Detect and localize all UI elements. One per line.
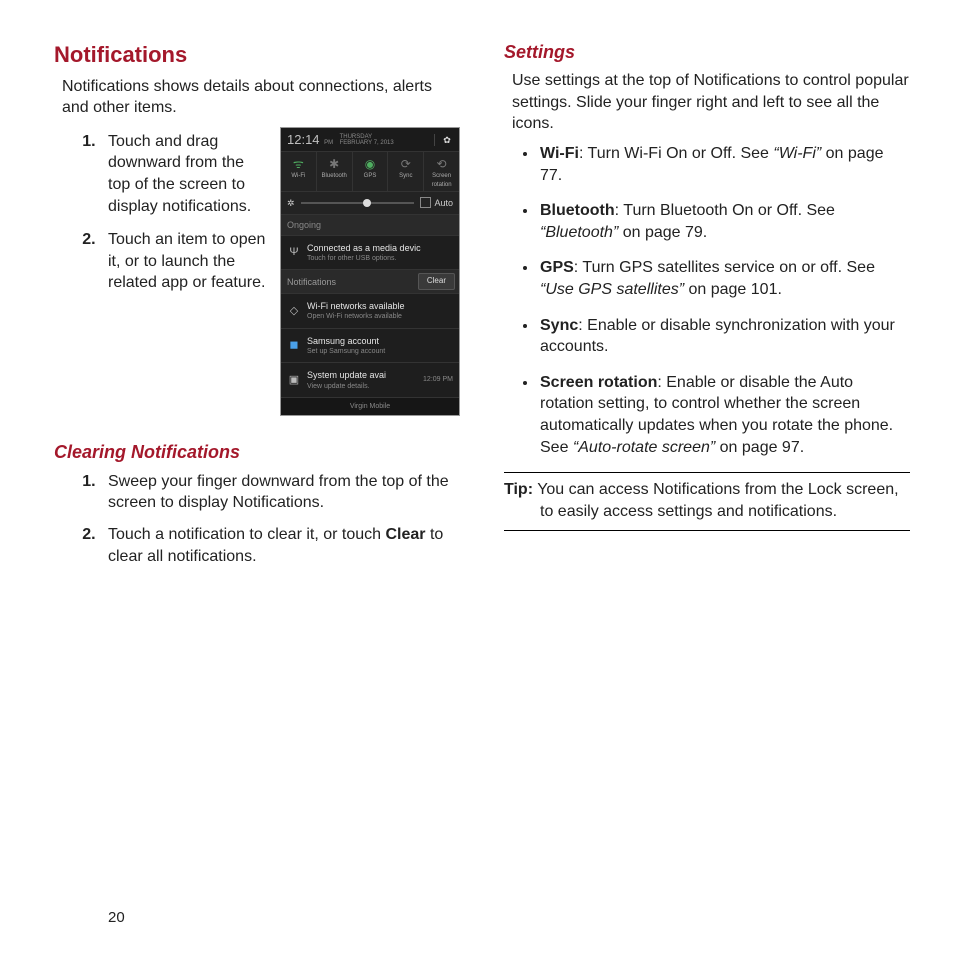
- tip-text: You can access Notifications from the Lo…: [533, 481, 899, 520]
- settings-bullets: Wi-Fi: Turn Wi-Fi On or Off. See “Wi-Fi”…: [504, 143, 910, 458]
- wifi-net-title: Wi-Fi networks available: [307, 300, 453, 312]
- heading-clearing: Clearing Notifications: [54, 440, 460, 464]
- wifi-notif-icon: ◇: [287, 304, 301, 319]
- phone-screenshot: 12:14 PM THURSDAY FEBRUARY 7, 2013 ✿ ᯤWi…: [280, 127, 460, 417]
- bullet-gps: GPS: Turn GPS satellites service on or o…: [538, 257, 910, 300]
- notifications-header: Notifications: [287, 276, 336, 288]
- intro-text: Notifications shows details about connec…: [62, 76, 460, 119]
- sys-sub: View update details.: [307, 382, 417, 391]
- sync-icon: ⟳: [388, 156, 423, 170]
- bullet-wifi: Wi-Fi: Turn Wi-Fi On or Off. See “Wi-Fi”…: [538, 143, 910, 186]
- brightness-slider: [301, 202, 415, 204]
- wifi-net-sub: Open Wi-Fi networks available: [307, 312, 453, 321]
- samsung-sub: Set up Samsung account: [307, 347, 453, 356]
- media-title: Connected as a media devic: [307, 242, 453, 254]
- carrier-label: Virgin Mobile: [281, 398, 459, 415]
- brightness-icon: ✲: [287, 197, 295, 209]
- update-icon: ▣: [287, 373, 301, 388]
- step-1: Touch and drag downward from the top of …: [100, 131, 270, 217]
- clear-button: Clear: [418, 273, 455, 290]
- sys-time: 12:09 PM: [423, 375, 453, 384]
- toggle-bt: Bluetooth: [317, 172, 352, 180]
- usb-icon: Ψ: [287, 245, 301, 260]
- tip-label: Tip:: [504, 481, 533, 498]
- step-2: Touch an item to open it, or to launch t…: [100, 229, 270, 294]
- toggle-wifi: Wi-Fi: [281, 172, 316, 180]
- rotation-icon: ⟲: [424, 156, 459, 170]
- toggle-rot: Screen rotation: [424, 172, 459, 188]
- clearing-list: Sweep your finger downward from the top …: [54, 471, 460, 567]
- toggle-gps: GPS: [353, 172, 388, 180]
- bullet-rotation: Screen rotation: Enable or disable the A…: [538, 372, 910, 458]
- samsung-icon: ◼: [287, 338, 301, 353]
- steps-list: Touch and drag downward from the top of …: [54, 131, 270, 417]
- samsung-title: Samsung account: [307, 335, 453, 347]
- bullet-sync: Sync: Enable or disable synchronization …: [538, 315, 910, 358]
- bullet-bluetooth: Bluetooth: Turn Bluetooth On or Off. See…: [538, 200, 910, 243]
- auto-brightness: Auto: [420, 197, 453, 209]
- gear-icon: ✿: [434, 134, 453, 146]
- phone-date: FEBRUARY 7, 2013: [340, 140, 394, 146]
- clear-step-2: Touch a notification to clear it, or tou…: [100, 524, 460, 567]
- heading-settings: Settings: [504, 40, 910, 64]
- ongoing-header: Ongoing: [281, 215, 459, 236]
- settings-intro: Use settings at the top of Notifications…: [512, 70, 910, 135]
- heading-notifications: Notifications: [54, 40, 460, 70]
- page-number: 20: [108, 908, 125, 928]
- media-sub: Touch for other USB options.: [307, 254, 453, 263]
- sys-title: System update avai: [307, 369, 417, 381]
- bluetooth-icon: ✱: [317, 156, 352, 170]
- clear-step-1: Sweep your finger downward from the top …: [100, 471, 460, 514]
- toggle-sync: Sync: [388, 172, 423, 180]
- tip-box: Tip: You can access Notifications from t…: [504, 472, 910, 531]
- gps-icon: ◉: [353, 156, 388, 170]
- phone-time: 12:14: [287, 132, 320, 147]
- wifi-icon: ᯤ: [281, 156, 316, 170]
- phone-ampm: PM: [324, 140, 333, 146]
